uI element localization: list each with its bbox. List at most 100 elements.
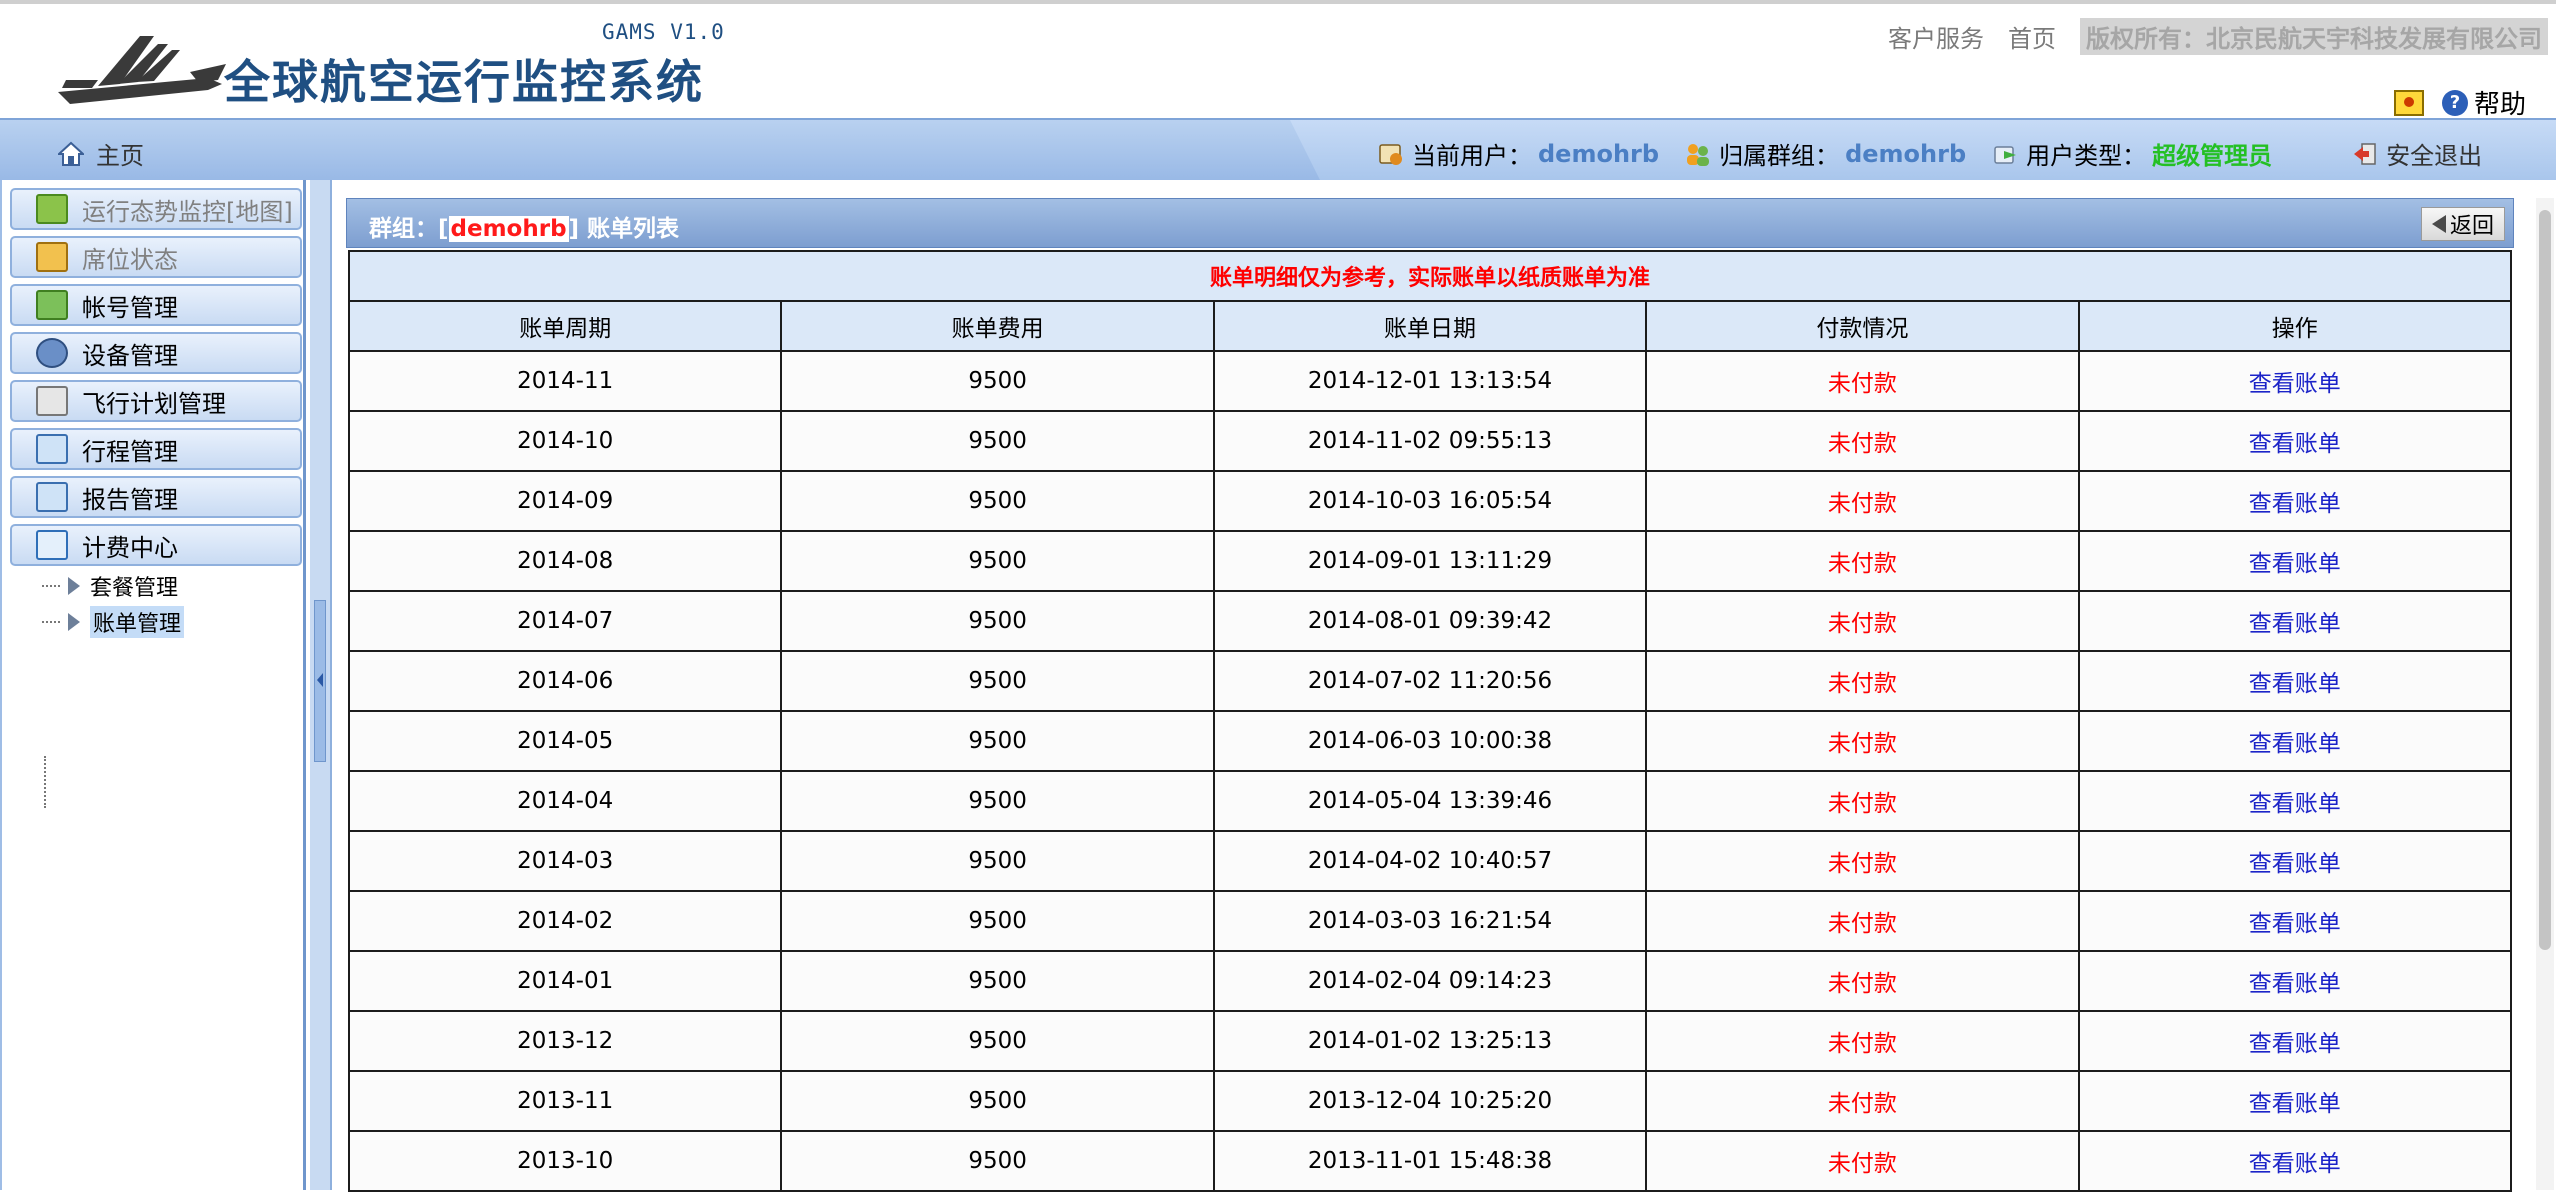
menu-billing-center[interactable]: 计费中心 (10, 524, 302, 566)
user-group: 归属群组： demohrb (1685, 136, 1966, 171)
bill-table: 账单明细仅为参考，实际账单以纸质账单为准 账单周期 账单费用 账单日期 付款情况… (347, 250, 2513, 1192)
cell-payment-status: 未付款 (1645, 710, 2080, 772)
view-bill-link[interactable]: 查看账单 (2077, 710, 2513, 772)
account-icon (36, 290, 68, 320)
itinerary-icon (36, 434, 68, 464)
menu-device-management[interactable]: 设备管理 (10, 332, 302, 374)
menu-flight-plan-management[interactable]: 飞行计划管理 (10, 380, 302, 422)
cell-period: 2014-01 (347, 950, 783, 1012)
cell-fee: 9500 (780, 830, 1215, 892)
view-bill-link[interactable]: 查看账单 (2077, 530, 2513, 592)
nav-bar: 主页 当前用户： demohrb 归属群组： demohrb 用户类型： 超级管… (0, 118, 2556, 180)
view-bill-link[interactable]: 查看账单 (2077, 350, 2513, 412)
cell-period: 2014-07 (347, 590, 783, 652)
cell-fee: 9500 (780, 1010, 1215, 1072)
cell-period: 2014-02 (347, 890, 783, 952)
view-bill-link[interactable]: 查看账单 (2077, 770, 2513, 832)
menu-label: 报告管理 (82, 485, 178, 514)
cell-fee: 9500 (780, 890, 1215, 952)
cell-date: 2014-02-04 09:14:23 (1212, 950, 1648, 1012)
view-bill-link[interactable]: 查看账单 (2077, 410, 2513, 472)
current-user-label: 当前用户： (1412, 142, 1532, 170)
group-label: 归属群组： (1719, 142, 1840, 170)
cell-fee: 9500 (780, 410, 1215, 472)
version-label: GAMS V1.0 (602, 20, 725, 44)
view-bill-link[interactable]: 查看账单 (2077, 590, 2513, 652)
view-bill-link[interactable]: 查看账单 (2077, 1070, 2513, 1132)
logout-button[interactable]: 安全退出 (2352, 136, 2482, 171)
cell-payment-status: 未付款 (1645, 410, 2080, 472)
menu-label: 行程管理 (82, 437, 178, 466)
tree-dots (42, 585, 60, 587)
user-type-icon (1994, 145, 2017, 164)
table-row: 2014-01 9500 2014-02-04 09:14:23 未付款 查看账单 (347, 950, 2513, 1012)
cell-period: 2014-08 (347, 530, 783, 592)
sub-bill-management[interactable]: 账单管理 (42, 606, 185, 638)
airplane-logo-icon (58, 36, 226, 104)
toolbox-icon[interactable] (2393, 89, 2424, 116)
cell-period: 2014-04 (347, 770, 783, 832)
help-link[interactable]: 帮助 (2474, 84, 2526, 121)
column-header-action: 操作 (2077, 300, 2513, 352)
question-icon[interactable]: ? (2441, 89, 2468, 116)
panel-header: 群组：[demohrb] 账单列表 返回 (346, 198, 2514, 248)
menu-report-management[interactable]: 报告管理 (10, 476, 302, 518)
view-bill-link[interactable]: 查看账单 (2077, 650, 2513, 712)
menu-label: 运行态势监控[地图] (82, 197, 293, 226)
view-bill-link[interactable]: 查看账单 (2077, 890, 2513, 952)
main-content: 群组：[demohrb] 账单列表 返回 账单明细仅为参考，实际账单以纸质账单为… (346, 198, 2514, 1192)
seat-icon (36, 242, 68, 272)
cell-period: 2014-09 (347, 470, 783, 532)
view-bill-link[interactable]: 查看账单 (2077, 1130, 2513, 1192)
back-button[interactable]: 返回 (2420, 207, 2505, 241)
view-bill-link[interactable]: 查看账单 (2077, 470, 2513, 532)
cell-fee: 9500 (780, 1130, 1215, 1192)
table-row: 2014-04 9500 2014-05-04 13:39:46 未付款 查看账单 (347, 770, 2513, 832)
table-row: 2013-10 9500 2013-11-01 15:48:38 未付款 查看账单 (347, 1130, 2513, 1192)
help-area: ? 帮助 (2393, 84, 2526, 121)
cell-date: 2014-12-01 13:13:54 (1212, 350, 1648, 412)
sidebar-splitter[interactable] (310, 180, 332, 1190)
view-bill-link[interactable]: 查看账单 (2077, 830, 2513, 892)
user-type-label: 用户类型： (2026, 142, 2147, 170)
back-label: 返回 (2449, 214, 2494, 239)
table-row: 2014-05 9500 2014-06-03 10:00:38 未付款 查看账单 (347, 710, 2513, 772)
menu-seat-status[interactable]: 席位状态 (10, 236, 302, 278)
column-header-payment: 付款情况 (1645, 300, 2080, 352)
view-bill-link[interactable]: 查看账单 (2077, 950, 2513, 1012)
menu-account-management[interactable]: 帐号管理 (10, 284, 302, 326)
table-row: 2014-10 9500 2014-11-02 09:55:13 未付款 查看账单 (347, 410, 2513, 472)
collapse-sidebar-handle[interactable] (314, 600, 326, 762)
menu-itinerary-management[interactable]: 行程管理 (10, 428, 302, 470)
user-card-icon (1379, 143, 1402, 165)
customer-service-link[interactable]: 客户服务 (1888, 19, 1984, 54)
table-row: 2014-08 9500 2014-09-01 13:11:29 未付款 查看账单 (347, 530, 2513, 592)
app-header: GAMS V1.0 全球航空运行监控系统 客户服务 首页 版权所有：北京民航天宇… (0, 0, 2556, 121)
tree-dots (42, 621, 60, 623)
cell-fee: 9500 (780, 950, 1215, 1012)
cell-payment-status: 未付款 (1645, 350, 2080, 412)
home-label: 主页 (96, 142, 144, 170)
system-title: 全球航空运行监控系统 (224, 55, 704, 109)
cell-payment-status: 未付款 (1645, 830, 2080, 892)
homepage-link[interactable]: 首页 (2008, 19, 2056, 54)
notice-row: 账单明细仅为参考，实际账单以纸质账单为准 (348, 250, 2512, 302)
monitor-icon (36, 194, 68, 224)
cell-date: 2014-07-02 11:20:56 (1212, 650, 1648, 712)
page-scrollbar[interactable] (2536, 198, 2554, 1190)
top-links: 客户服务 首页 版权所有：北京民航天宇科技发展有限公司 (1864, 18, 2548, 55)
cell-payment-status: 未付款 (1645, 890, 2080, 952)
sub-package-management[interactable]: 套餐管理 (42, 570, 178, 602)
view-bill-link[interactable]: 查看账单 (2077, 1010, 2513, 1072)
home-button[interactable]: 主页 (58, 136, 144, 171)
cell-payment-status: 未付款 (1645, 1010, 2080, 1072)
scrollbar-thumb[interactable] (2539, 210, 2551, 950)
table-row: 2014-06 9500 2014-07-02 11:20:56 未付款 查看账单 (347, 650, 2513, 712)
cell-date: 2014-05-04 13:39:46 (1212, 770, 1648, 832)
cell-payment-status: 未付款 (1645, 530, 2080, 592)
logout-label: 安全退出 (2386, 142, 2483, 170)
cell-payment-status: 未付款 (1645, 590, 2080, 652)
menu-operation-monitor[interactable]: 运行态势监控[地图] (10, 188, 302, 230)
cell-payment-status: 未付款 (1645, 1070, 2080, 1132)
cell-fee: 9500 (780, 650, 1215, 712)
